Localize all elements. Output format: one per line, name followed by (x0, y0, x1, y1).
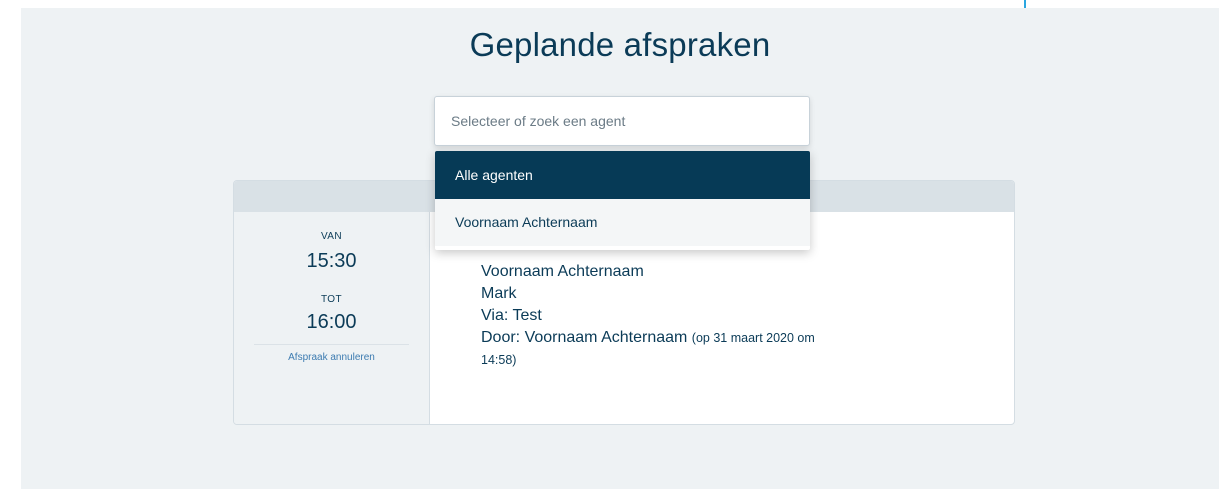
to-label: TOT (320, 294, 342, 305)
appointments-page: Geplande afspraken VAN 15:30 TOT 16:00 A… (21, 8, 1219, 489)
to-time: 16:00 (306, 311, 357, 333)
agent-dropdown: Alle agenten Voornaam Achternaam (435, 151, 810, 250)
dropdown-option-all-agents[interactable]: Alle agenten (435, 151, 810, 199)
from-time: 15:30 (306, 250, 357, 272)
time-divider (254, 344, 409, 345)
appointment-via: Via: Test (481, 307, 542, 324)
dropdown-option-agent[interactable]: Voornaam Achternaam (435, 199, 810, 246)
appointment-agent-name: Voornaam Achternaam (481, 263, 644, 280)
appointment-contact: Mark (481, 285, 517, 302)
top-accent-line (1024, 0, 1026, 8)
agent-search-input[interactable] (435, 97, 809, 145)
appointment-by: Door: Voornaam Achternaam (481, 329, 688, 346)
from-label: VAN (320, 231, 343, 242)
appointment-details: Voornaam Achternaam Mark Via: Test Door:… (481, 261, 821, 371)
appointment-time-column: VAN 15:30 TOT 16:00 Afspraak annuleren (234, 212, 430, 424)
cancel-appointment-link[interactable]: Afspraak annuleren (234, 352, 429, 363)
agent-select[interactable] (434, 96, 810, 146)
appointment-created-by: Door: Voornaam Achternaam (op 31 maart 2… (481, 327, 821, 371)
page-title: Geplande afspraken (469, 26, 771, 63)
